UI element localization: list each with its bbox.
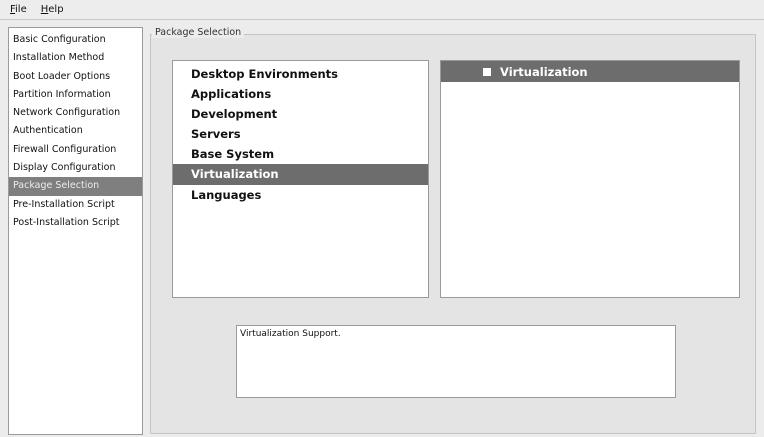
package-checkbox[interactable] — [483, 67, 491, 76]
package-group-item[interactable]: Base System — [173, 144, 428, 164]
sidebar-item-installation-method[interactable]: Installation Method — [9, 49, 142, 67]
sidebar-item-pre-installation-script[interactable]: Pre-Installation Script — [9, 196, 142, 214]
package-description-text: Virtualization Support. — [240, 329, 341, 339]
sidebar-item-boot-loader-options[interactable]: Boot Loader Options — [9, 68, 142, 86]
package-detail-label: Virtualization — [500, 64, 588, 79]
package-group-item[interactable]: Desktop Environments — [173, 64, 428, 84]
package-group-list[interactable]: Desktop Environments Applications Develo… — [172, 60, 429, 298]
package-group-item[interactable]: Languages — [173, 185, 428, 205]
package-group-item[interactable]: Applications — [173, 84, 428, 104]
sidebar-item-partition-information[interactable]: Partition Information — [9, 86, 142, 104]
package-description-box: Virtualization Support. — [236, 325, 676, 398]
package-detail-row[interactable]: Virtualization — [441, 61, 739, 82]
sidebar-item-package-selection[interactable]: Package Selection — [9, 177, 142, 196]
menu-file[interactable]: File — [10, 4, 27, 15]
sidebar-item-authentication[interactable]: Authentication — [9, 122, 142, 140]
sidebar-nav: Basic Configuration Installation Method … — [8, 27, 143, 435]
package-group-item-selected[interactable]: Virtualization — [173, 164, 428, 185]
package-group-item[interactable]: Servers — [173, 124, 428, 144]
sidebar-item-post-installation-script[interactable]: Post-Installation Script — [9, 214, 142, 232]
menu-help[interactable]: Help — [41, 4, 64, 15]
package-detail-panel: Virtualization — [440, 60, 740, 298]
sidebar-item-network-configuration[interactable]: Network Configuration — [9, 104, 142, 122]
menu-bar: File Help — [0, 0, 764, 20]
sidebar-item-display-configuration[interactable]: Display Configuration — [9, 159, 142, 177]
sidebar-item-firewall-configuration[interactable]: Firewall Configuration — [9, 141, 142, 159]
sidebar-item-basic-configuration[interactable]: Basic Configuration — [9, 31, 142, 49]
group-title: Package Selection — [152, 27, 245, 38]
package-group-item[interactable]: Development — [173, 104, 428, 124]
